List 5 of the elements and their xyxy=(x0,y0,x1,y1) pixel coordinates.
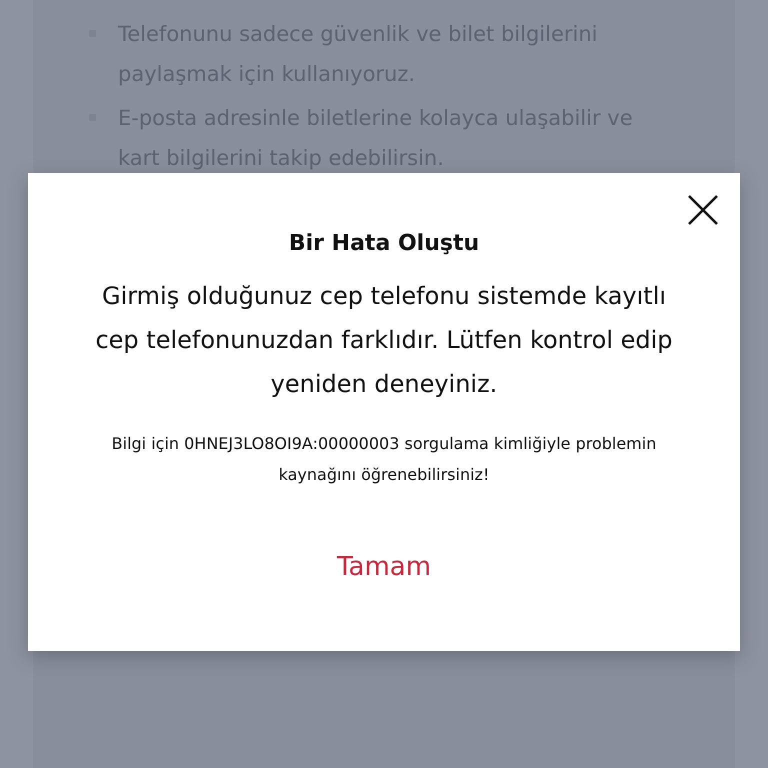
error-message: Girmiş olduğunuz cep telefonu sistemde kayıtlı cep telefonunuzdan farklıdır. Lütfen kontrol edip yeniden deneyiniz. xyxy=(94,281,674,400)
info-text: Bilgi için 0HNEJ3LO8OI9A:00000003 sorgulama kimliğiyle problemin kaynağını öğrenebilirsiniz! xyxy=(110,433,658,486)
ok-button[interactable]: Tamam xyxy=(326,548,442,586)
dialog-title: Bir Hata Oluştu xyxy=(288,231,480,256)
close-button[interactable] xyxy=(686,193,720,227)
